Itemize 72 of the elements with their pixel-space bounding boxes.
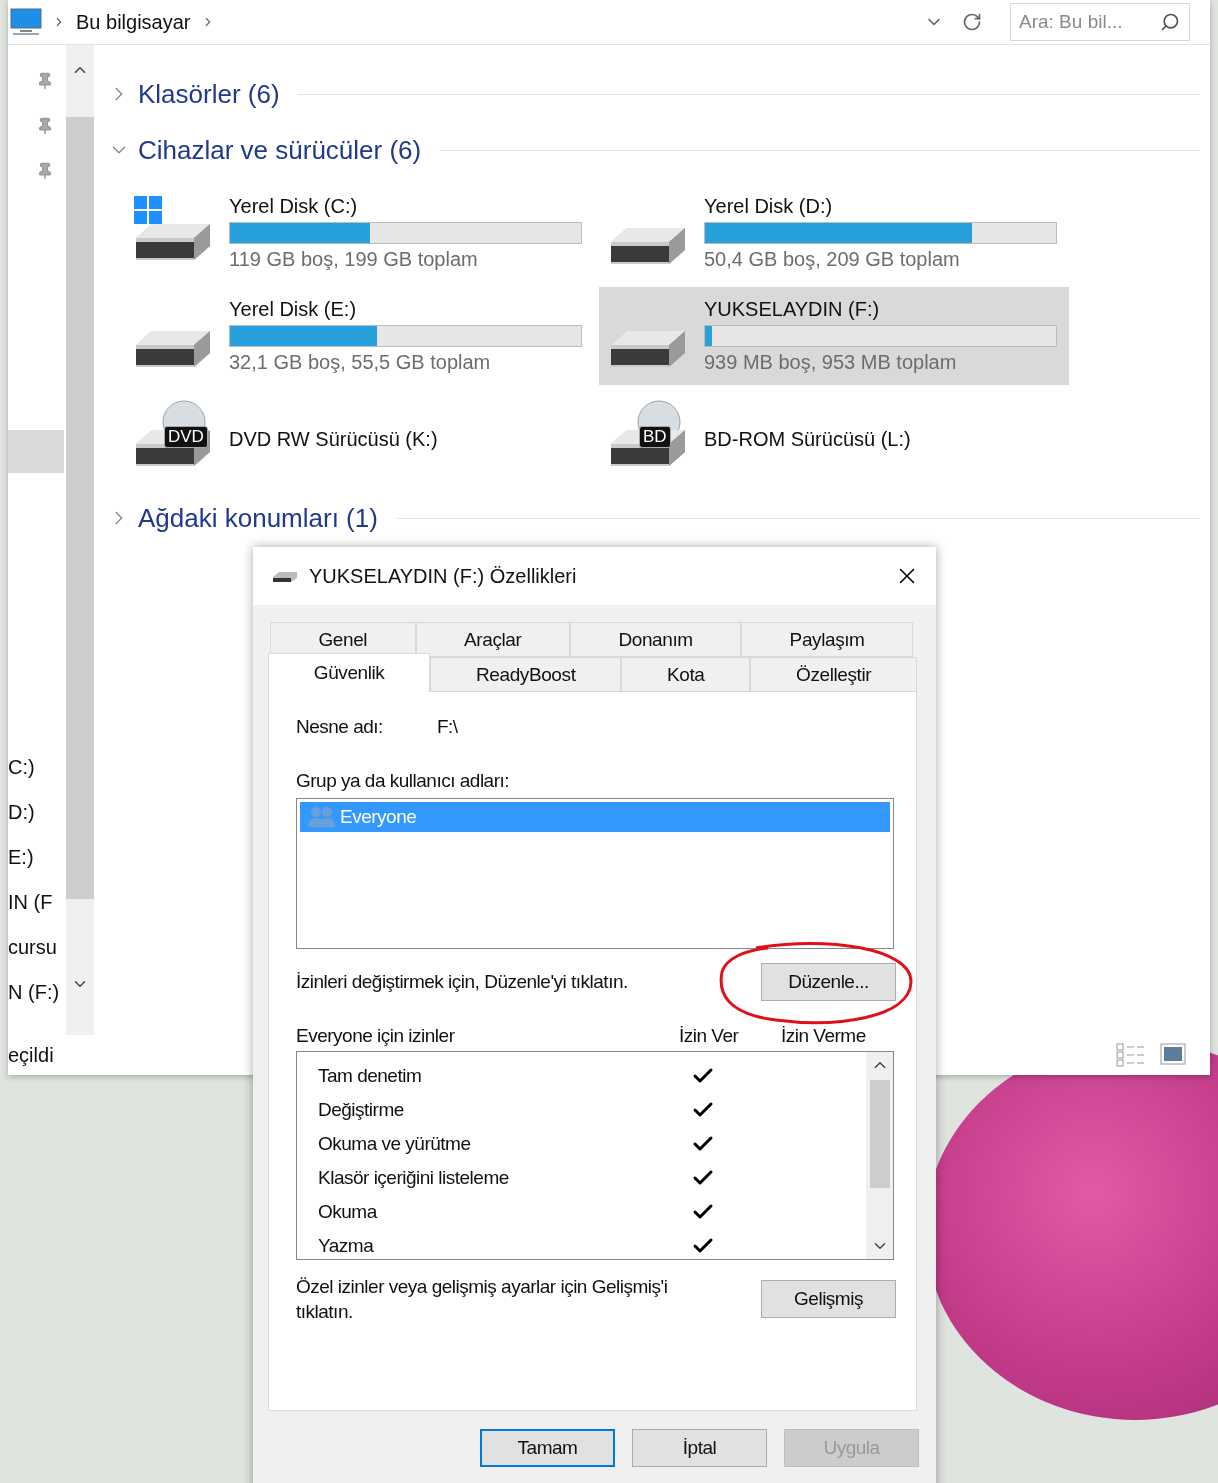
- permission-name: Yazma: [318, 1235, 375, 1257]
- permission-name: Okuma: [318, 1201, 379, 1223]
- pin-icon: [36, 117, 54, 135]
- tab[interactable]: Donanım: [569, 622, 742, 657]
- drive-name: DVD RW Sürücüsü (K:): [229, 427, 438, 451]
- scrollbar[interactable]: [866, 1052, 893, 1259]
- drive-space: 32,1 GB boş, 55,5 GB toplam: [229, 351, 492, 374]
- scrollbar-thumb[interactable]: [869, 1080, 890, 1188]
- drive-badge: DVD: [164, 426, 208, 448]
- drive-tile[interactable]: Yerel Disk (D:) 50,4 GB boş, 209 GB toplam: [599, 184, 1069, 282]
- group-header[interactable]: Cihazlar ve sürücüler (6): [138, 134, 422, 166]
- drive-name: Yerel Disk (E:): [229, 298, 358, 321]
- drive-name: Yerel Disk (C:): [229, 195, 359, 218]
- drive-tile[interactable]: BD BD-ROM Sürücüsü (L:): [599, 390, 1069, 488]
- permission-name: Değiştirme: [318, 1099, 405, 1121]
- drive-tile[interactable]: Yerel Disk (C:) 119 GB boş, 199 GB toplam: [124, 184, 594, 282]
- tab[interactable]: ReadyBoost: [430, 657, 622, 692]
- drive-name: YUKSELAYDIN (F:): [704, 298, 881, 321]
- edit-button[interactable]: Düzenle...: [761, 963, 896, 1001]
- drive-space: 939 MB boş, 953 MB toplam: [704, 351, 958, 374]
- users-label: Grup ya da kullanıcı adları:: [296, 770, 510, 792]
- nav-item[interactable]: cursu: [8, 925, 64, 970]
- column-header: İzin Ver: [679, 1025, 740, 1047]
- tab[interactable]: Özelleştir: [750, 657, 917, 692]
- status-text: eçildi: [8, 1043, 54, 1067]
- hard-drive-icon: [611, 228, 685, 264]
- drive-tile[interactable]: YUKSELAYDIN (F:) 939 MB boş, 953 MB toplam: [599, 287, 1069, 385]
- search-icon[interactable]: [1160, 12, 1180, 32]
- object-label: Nesne adı:: [296, 716, 383, 738]
- drive-icon: [271, 569, 299, 583]
- edit-hint: İzinleri değiştirmek için, Düzenle'yi tıklatın.: [296, 971, 628, 993]
- group-header[interactable]: Klasörler (6): [138, 78, 280, 110]
- advanced-hint: Özel izinler veya gelişmiş ayarlar için Gelişmiş'i tıklatın.: [296, 1275, 669, 1324]
- tab[interactable]: Araçlar: [415, 622, 570, 657]
- drive-name: Yerel Disk (D:): [704, 195, 834, 218]
- drive-tile[interactable]: Yerel Disk (E:) 32,1 GB boş, 55,5 GB toplam: [124, 287, 594, 385]
- tab[interactable]: Kota: [621, 657, 751, 692]
- tab[interactable]: Paylaşım: [741, 622, 913, 657]
- drive-tile[interactable]: DVD DVD RW Sürücüsü (K:): [124, 390, 594, 488]
- hard-drive-icon: [136, 331, 210, 367]
- pin-icon: [36, 162, 54, 180]
- drive-badge: BD: [639, 426, 671, 448]
- search-field[interactable]: Ara: Bu bil...: [1010, 3, 1190, 41]
- drive-name: BD-ROM Sürücüsü (L:): [704, 427, 911, 451]
- scrollbar[interactable]: [66, 45, 94, 1035]
- scrollbar-thumb[interactable]: [66, 117, 94, 899]
- large-icons-view-icon[interactable]: [1160, 1043, 1186, 1065]
- nav-item[interactable]: E:): [8, 835, 64, 880]
- permission-name: Okuma ve yürütme: [318, 1133, 472, 1155]
- nav-item[interactable]: D:): [8, 790, 64, 835]
- permission-name: Tam denetim: [318, 1065, 423, 1087]
- dialog-title: YUKSELAYDIN (F:) Özellikleri: [309, 564, 578, 588]
- tab[interactable]: Güvenlik: [268, 653, 431, 692]
- drive-space: 50,4 GB boş, 209 GB toplam: [704, 248, 961, 271]
- advanced-button[interactable]: Gelişmiş: [761, 1280, 896, 1318]
- permission-name: Klasör içeriğini listeleme: [318, 1167, 510, 1189]
- users-icon: [308, 806, 336, 828]
- nav-item[interactable]: C:): [8, 745, 64, 790]
- hard-drive-icon: [611, 331, 685, 367]
- drive-space: 119 GB boş, 199 GB toplam: [229, 248, 479, 271]
- permissions-label: Everyone için izinler: [296, 1025, 456, 1047]
- breadcrumb-item[interactable]: Bu bilgisayar: [76, 10, 191, 34]
- nav-item[interactable]: IN (F: [8, 880, 64, 925]
- group-header[interactable]: Ağdaki konumları (1): [138, 502, 378, 534]
- object-value: F:\: [436, 716, 458, 738]
- pin-icon: [36, 72, 54, 90]
- computer-icon: [10, 8, 42, 36]
- nav-item[interactable]: N (F:): [8, 970, 64, 1015]
- refresh-icon[interactable]: [962, 12, 982, 32]
- column-header: İzin Verme: [781, 1025, 867, 1047]
- dialog-button[interactable]: İptal: [632, 1429, 767, 1467]
- dialog-button[interactable]: Tamam: [480, 1429, 615, 1467]
